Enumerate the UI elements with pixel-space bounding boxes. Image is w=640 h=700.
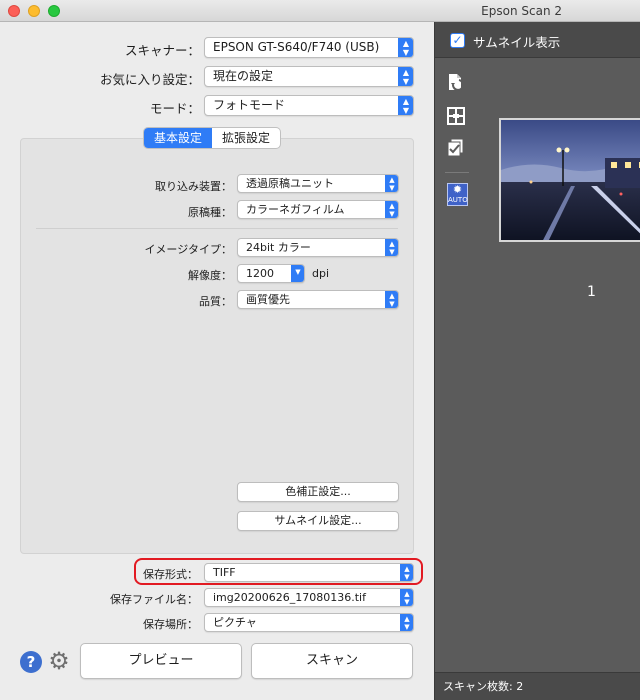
source-select[interactable]: 透過原稿ユニット ▲ ▼ xyxy=(237,174,399,193)
chevron-updown-icon: ▲ ▼ xyxy=(400,614,413,631)
resolution-unit: dpi xyxy=(312,267,330,280)
quality-label: 品質： xyxy=(199,295,232,308)
location-select[interactable]: ピクチャ ▲ ▼ xyxy=(204,613,414,632)
minimize-window-button[interactable] xyxy=(28,5,40,17)
save-format-select[interactable]: TIFF ▲ ▼ xyxy=(204,563,414,582)
film-holder-icon[interactable] xyxy=(445,105,467,127)
chevron-updown-icon: ▲ ▼ xyxy=(400,564,413,581)
quality-select[interactable]: 画質優先 ▲ ▼ xyxy=(237,290,399,309)
status-bar: スキャン枚数: 2 xyxy=(435,672,640,700)
filename-value: img20200626_17080136.tif xyxy=(213,591,366,604)
tab-basic[interactable]: 基本設定 xyxy=(144,128,213,148)
auto-label: AUTO xyxy=(448,196,468,204)
quality-value: 画質優先 xyxy=(246,293,290,306)
doc-type-select[interactable]: カラーネガフィルム ▲ ▼ xyxy=(237,200,399,219)
filename-label: 保存ファイル名： xyxy=(110,593,198,606)
mode-select[interactable]: フォトモード ▲ ▼ xyxy=(204,95,414,116)
chevron-updown-icon: ▲ ▼ xyxy=(400,589,413,606)
favorite-value: 現在の設定 xyxy=(213,69,274,83)
chevron-updown-icon: ▲ ▼ xyxy=(385,175,398,192)
scanner-value: EPSON GT-S640/F740 (USB) xyxy=(213,40,380,54)
location-value: ピクチャ xyxy=(213,616,257,629)
preview-button[interactable]: プレビュー xyxy=(80,643,242,679)
select-all-icon[interactable] xyxy=(445,137,467,159)
preview-toolbar: ✓ サムネイル表示 xyxy=(435,22,640,58)
auto-exposure-icon[interactable]: ✹ AUTO xyxy=(447,183,468,206)
thumbnail-image[interactable] xyxy=(499,118,640,242)
tab-advanced[interactable]: 拡張設定 xyxy=(212,128,280,148)
settings-panel: スキャナー： EPSON GT-S640/F740 (USB) ▲ ▼ お気に入り… xyxy=(0,22,434,700)
resolution-label: 解像度： xyxy=(188,269,232,282)
thumbnail-toggle-label: サムネイル表示 xyxy=(473,35,561,50)
chevron-updown-icon: ▲ ▼ xyxy=(398,67,413,86)
source-label: 取り込み装置： xyxy=(155,180,232,193)
mode-value: フォトモード xyxy=(213,98,286,112)
resolution-value: 1200 xyxy=(246,267,274,280)
rotate-icon[interactable] xyxy=(445,70,467,92)
zoom-window-button[interactable] xyxy=(48,5,60,17)
favorite-select[interactable]: 現在の設定 ▲ ▼ xyxy=(204,66,414,87)
thumbnail-settings-button[interactable]: サムネイル設定... xyxy=(237,511,399,531)
toolbar-separator xyxy=(445,172,469,173)
chevron-updown-icon: ▲ ▼ xyxy=(398,96,413,115)
color-correction-button[interactable]: 色補正設定... xyxy=(237,482,399,502)
chevron-down-icon[interactable]: ▼ xyxy=(291,265,304,282)
filename-select[interactable]: img20200626_17080136.tif ▲ ▼ xyxy=(204,588,414,607)
gear-icon[interactable]: ⚙ xyxy=(46,648,72,674)
chevron-updown-icon: ▲ ▼ xyxy=(398,38,413,57)
chevron-updown-icon: ▲ ▼ xyxy=(385,239,398,256)
section-divider xyxy=(36,228,398,229)
settings-tabs: 基本設定 拡張設定 xyxy=(144,128,281,148)
source-value: 透過原稿ユニット xyxy=(246,177,334,190)
doc-type-label: 原稿種： xyxy=(188,206,232,219)
window-title: Epson Scan 2 xyxy=(481,4,562,18)
close-window-button[interactable] xyxy=(8,5,20,17)
thumbnail-checkbox[interactable]: ✓ xyxy=(450,33,465,48)
chevron-updown-icon: ▲ ▼ xyxy=(385,291,398,308)
image-type-value: 24bit カラー xyxy=(246,241,311,254)
chevron-updown-icon: ▲ ▼ xyxy=(385,201,398,218)
resolution-combo[interactable]: 1200 ▼ xyxy=(237,264,305,283)
title-bar: Epson Scan 2 xyxy=(0,0,640,22)
scan-button[interactable]: スキャン xyxy=(251,643,413,679)
help-icon[interactable]: ? xyxy=(20,651,42,673)
save-format-value: TIFF xyxy=(213,566,236,579)
doc-type-value: カラーネガフィルム xyxy=(246,203,345,216)
mode-label: モード： xyxy=(149,101,200,116)
image-type-select[interactable]: 24bit カラー ▲ ▼ xyxy=(237,238,399,257)
location-label: 保存場所： xyxy=(143,618,198,631)
scanner-select[interactable]: EPSON GT-S640/F740 (USB) ▲ ▼ xyxy=(204,37,414,58)
favorite-label: お気に入り設定： xyxy=(99,72,200,87)
save-format-label: 保存形式： xyxy=(143,568,198,581)
preview-panel: ✓ サムネイル表示 ✹ AUTO 1 スキャン枚数: 2 xyxy=(434,22,640,700)
thumbnail-number: 1 xyxy=(587,284,596,300)
image-type-label: イメージタイプ： xyxy=(144,243,232,256)
scanner-label: スキャナー： xyxy=(124,43,200,58)
